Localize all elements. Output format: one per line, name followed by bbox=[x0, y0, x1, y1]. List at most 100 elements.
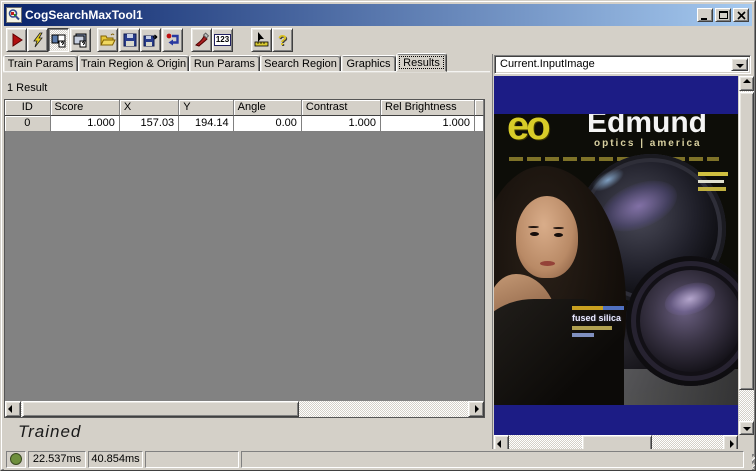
model-eye-right bbox=[554, 233, 563, 237]
save-as-button[interactable] bbox=[140, 28, 161, 52]
table-header-row: ID Score X Y Angle Contrast Rel Brightne… bbox=[5, 100, 484, 116]
left-arrow-icon bbox=[497, 440, 501, 448]
column-header-contrast[interactable]: Contrast bbox=[301, 100, 382, 116]
show-numeric-results-button[interactable]: 123 bbox=[212, 28, 233, 52]
right-arrow-icon bbox=[730, 440, 734, 448]
feature-bar-1 bbox=[572, 306, 624, 310]
down-arrow-icon bbox=[743, 427, 751, 431]
model-eye-left bbox=[530, 232, 539, 236]
help-icon: ? bbox=[277, 31, 288, 49]
window-frame: CogSearchMaxTool1 123 ? Train Params Tra… bbox=[1, 1, 755, 470]
save-button[interactable] bbox=[119, 28, 140, 52]
open-file-button[interactable] bbox=[97, 28, 118, 52]
tab-results[interactable]: Results bbox=[396, 53, 447, 72]
feature-bar-2 bbox=[572, 326, 612, 330]
column-header-filler bbox=[474, 100, 484, 116]
save-icon bbox=[123, 33, 136, 47]
feature-text-block: fused silica bbox=[572, 306, 624, 340]
feature-text: fused silica bbox=[572, 313, 622, 323]
result-count: 1 Result bbox=[7, 82, 48, 94]
catalog-image: eo Edmund optics | america fused silica bbox=[494, 114, 738, 405]
side-bar-3 bbox=[698, 187, 726, 191]
tab-graphics[interactable]: Graphics bbox=[341, 55, 396, 72]
run-button[interactable] bbox=[6, 28, 27, 52]
show-current-record-button[interactable] bbox=[48, 28, 69, 52]
reset-button[interactable] bbox=[162, 28, 183, 52]
model-lips bbox=[540, 261, 555, 266]
cell-score: 1.000 bbox=[50, 116, 120, 132]
vertical-scroll-thumb[interactable] bbox=[739, 92, 754, 390]
tab-run-params[interactable]: Run Params bbox=[189, 55, 260, 72]
up-arrow-icon bbox=[743, 79, 751, 83]
scroll-up-button[interactable] bbox=[739, 76, 754, 91]
float-window-icon bbox=[73, 33, 86, 48]
open-folder-icon bbox=[99, 33, 116, 46]
side-bar-1 bbox=[698, 172, 728, 176]
app-icon bbox=[6, 7, 22, 23]
image-top-band bbox=[494, 76, 738, 114]
float-result-window-button[interactable] bbox=[70, 28, 91, 52]
scroll-left-button[interactable] bbox=[5, 401, 21, 417]
combobox-dropdown-button[interactable] bbox=[731, 58, 748, 71]
tool-window: CogSearchMaxTool1 123 ? Train Params Tra… bbox=[0, 0, 756, 471]
run-indicator-panel bbox=[6, 451, 26, 468]
record-display-icon bbox=[51, 34, 65, 48]
brush-icon bbox=[194, 32, 209, 47]
electric-run-button[interactable] bbox=[27, 28, 48, 52]
brand-text: Edmund bbox=[587, 114, 707, 139]
run-icon bbox=[12, 33, 23, 47]
model-brow-right bbox=[553, 227, 564, 229]
column-header-y[interactable]: Y bbox=[179, 100, 234, 116]
toolbar: 123 ? bbox=[4, 27, 752, 53]
image-bottom-band bbox=[494, 405, 738, 435]
chevron-down-icon bbox=[736, 64, 744, 68]
tab-strip: Train Params Train Region & Origin Run P… bbox=[3, 53, 447, 72]
trained-status: Trained bbox=[18, 422, 82, 441]
column-header-angle[interactable]: Angle bbox=[233, 100, 302, 116]
edit-tool-graphics-button[interactable] bbox=[191, 28, 212, 52]
column-header-rel-brightness[interactable]: Rel Brightness bbox=[381, 100, 475, 116]
minimize-button[interactable] bbox=[697, 8, 713, 22]
side-bar-2 bbox=[698, 180, 724, 183]
tab-train-params[interactable]: Train Params bbox=[3, 55, 78, 72]
maximize-button[interactable] bbox=[715, 8, 731, 22]
image-vertical-scrollbar[interactable] bbox=[739, 76, 754, 435]
cell-id: 0 bbox=[5, 116, 51, 132]
status-panel-3 bbox=[145, 451, 239, 468]
eo-logo: eo bbox=[507, 114, 551, 148]
cell-angle: 0.00 bbox=[233, 116, 302, 132]
scroll-right-button[interactable] bbox=[468, 401, 484, 417]
numbers-icon: 123 bbox=[213, 34, 232, 46]
reset-icon bbox=[166, 33, 179, 46]
tab-train-region-origin[interactable]: Train Region & Origin bbox=[78, 55, 189, 72]
total-time-panel: 40.854ms bbox=[88, 451, 143, 468]
status-bar: 22.537ms 40.854ms bbox=[4, 449, 752, 470]
run-time-panel: 22.537ms bbox=[28, 451, 86, 468]
table-row[interactable]: 0 1.000 157.03 194.14 0.00 1.000 1.000 bbox=[5, 116, 484, 132]
scroll-down-button[interactable] bbox=[739, 421, 754, 435]
left-arrow-icon bbox=[8, 405, 12, 413]
cell-x: 157.03 bbox=[119, 116, 180, 132]
cell-y: 194.14 bbox=[179, 116, 234, 132]
table-horizontal-scrollbar[interactable] bbox=[5, 401, 484, 417]
pointer-measure-button[interactable] bbox=[251, 28, 272, 52]
right-arrow-icon bbox=[475, 405, 479, 413]
tab-search-region[interactable]: Search Region bbox=[260, 55, 341, 72]
status-panel-4 bbox=[241, 451, 744, 468]
title-bar[interactable]: CogSearchMaxTool1 bbox=[4, 4, 752, 26]
close-button[interactable] bbox=[733, 8, 749, 22]
column-header-id[interactable]: ID bbox=[5, 100, 51, 116]
column-header-score[interactable]: Score bbox=[50, 100, 120, 116]
results-table: ID Score X Y Angle Contrast Rel Brightne… bbox=[4, 99, 485, 418]
save-as-icon bbox=[143, 34, 157, 47]
column-header-x[interactable]: X bbox=[119, 100, 180, 116]
panel-divider bbox=[492, 54, 493, 454]
scroll-thumb[interactable] bbox=[22, 401, 299, 417]
image-display[interactable]: eo Edmund optics | america fused silica bbox=[494, 76, 738, 435]
help-button[interactable]: ? bbox=[272, 28, 293, 52]
cell-rel-brightness: 1.000 bbox=[381, 116, 475, 132]
image-selector-value: Current.InputImage bbox=[500, 58, 595, 70]
image-selector-combobox[interactable]: Current.InputImage bbox=[494, 55, 751, 74]
brand-subline: optics | america bbox=[594, 138, 702, 149]
side-text-lines bbox=[698, 172, 728, 195]
